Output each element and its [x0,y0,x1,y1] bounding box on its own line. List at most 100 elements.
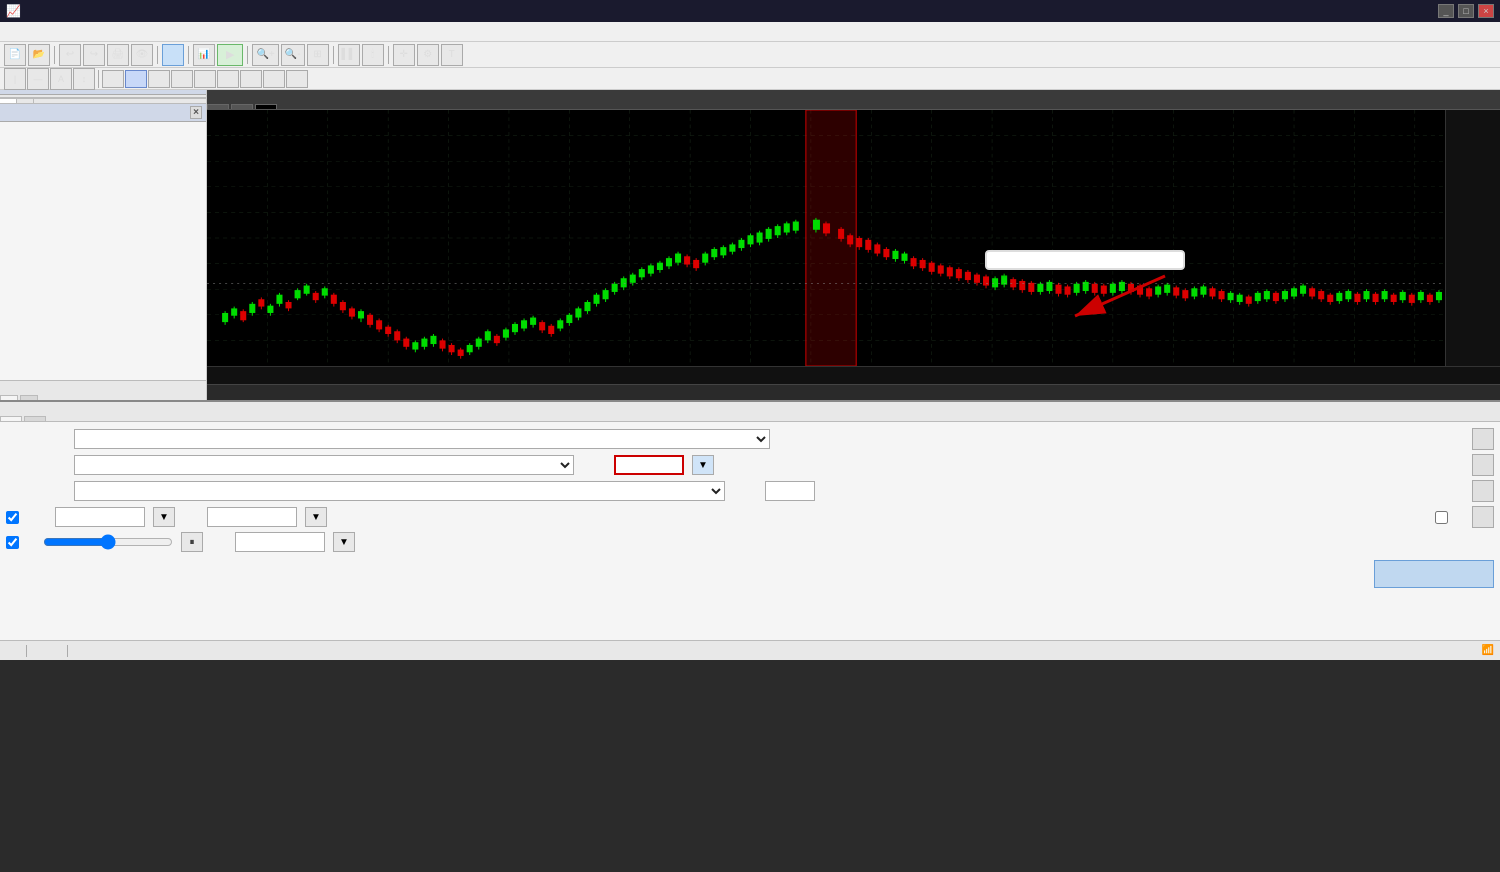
status-bar: 📶 [0,640,1500,660]
modify-expert-button[interactable] [1472,506,1494,528]
mw-col-ask [148,95,206,97]
model-select[interactable] [74,481,725,501]
print-button[interactable]: 🖨 [107,44,129,66]
chart-area [207,90,1500,400]
indicators-button[interactable]: ⚙ [417,44,439,66]
expert-properties-button[interactable] [1472,428,1494,450]
tf-m5[interactable] [125,70,147,88]
undo-button[interactable]: ↩ [59,44,81,66]
chart-tab-gbpusd-m5[interactable] [255,104,277,109]
mw-col-bid [90,95,148,97]
skip-to-input[interactable] [235,532,325,552]
tf-mn[interactable] [286,70,308,88]
tab-tick-chart[interactable] [17,99,34,103]
navigator-close-button[interactable]: × [190,106,202,119]
mw-col-symbol [0,95,90,97]
app-icon: 📈 [6,4,21,18]
tf-d1[interactable] [240,70,262,88]
from-input[interactable] [55,507,145,527]
autotrading-button[interactable]: ▶ [217,44,243,66]
window-controls[interactable]: _ □ × [1438,4,1494,18]
candle-button[interactable]: 🕯 [362,44,384,66]
chart-scrollbar[interactable] [207,384,1500,400]
tab-symbols[interactable] [0,99,17,103]
new-order-button[interactable] [162,44,184,66]
open-button[interactable]: 📂 [28,44,50,66]
close-button[interactable]: × [1478,4,1494,18]
chart-tab-eurusd-m2[interactable] [231,104,253,109]
common-favorites-tabs [0,380,206,400]
start-row [6,560,1494,588]
date-row: ▼ ▼ [6,506,1494,528]
zoom-out-button[interactable]: 🔍- [281,44,305,66]
redo-button[interactable]: ↪ [83,44,105,66]
red-arrow [1025,266,1185,326]
new-chart-button[interactable]: 📄 [4,44,26,66]
spread-input[interactable] [765,481,815,501]
app-title: 📈 [6,4,25,18]
strategy-tester-panel: ▼ ▼ ▼ [0,400,1500,640]
symbol-row: ▼ [6,454,1494,476]
crosshair-button[interactable]: ✛ [393,44,415,66]
chart-tab-eurusd-m1[interactable] [207,104,229,109]
separator5 [333,46,334,64]
symbol-select[interactable] [74,455,574,475]
separator3 [188,46,189,64]
tf-sep1 [98,70,99,88]
visual-mode-checkbox[interactable] [6,536,19,549]
tab-favorites[interactable] [20,395,38,400]
optimization-checkbox[interactable] [1435,511,1448,524]
template-button[interactable]: T [441,44,463,66]
title-bar: 📈 _ □ × [0,0,1500,22]
cursor-tool[interactable]: ↕ [73,68,95,90]
main-toolbar: 📄 📂 ↩ ↪ 🖨 👁 📊 ▶ 🔍+ 🔍- ⊞ ▌▌ 🕯 ✛ ⚙ T [0,42,1500,68]
separator1 [54,46,55,64]
to-calendar-button[interactable]: ▼ [305,507,327,527]
skip-to-calendar-button[interactable]: ▼ [333,532,355,552]
strategy-tester-tabs [0,402,1500,422]
line-tool[interactable]: | [4,68,26,90]
timeframe-toolbar: | — A ↕ [0,68,1500,90]
nav-tree [0,122,206,126]
tab-common[interactable] [0,395,18,400]
left-panel: × [0,90,207,400]
tab-settings[interactable] [0,416,22,421]
navigator-header: × [0,104,206,122]
tf-m30[interactable] [171,70,193,88]
navigator: × [0,104,206,380]
hline-tool[interactable]: — [27,68,49,90]
bar-chart-button[interactable]: ▌▌ [338,44,360,66]
pause-button[interactable]: ⏸ [181,532,203,552]
chart-line-button[interactable]: 📊 [193,44,215,66]
tf-m15[interactable] [148,70,170,88]
print-preview-button[interactable]: 👁 [131,44,153,66]
speed-slider[interactable] [43,534,173,550]
tf-h4[interactable] [217,70,239,88]
ea-select[interactable] [74,429,770,449]
separator4 [247,46,248,64]
maximize-button[interactable]: □ [1458,4,1474,18]
tf-w1[interactable] [263,70,285,88]
visual-row: ⏸ ▼ [6,532,1494,552]
zoom-in-button[interactable]: 🔍+ [252,44,278,66]
from-calendar-button[interactable]: ▼ [153,507,175,527]
period-input[interactable] [614,455,684,475]
use-date-checkbox[interactable] [6,511,19,524]
period-dropdown-button[interactable]: ▼ [692,455,714,475]
model-row [6,480,1494,502]
to-input[interactable] [207,507,297,527]
tf-m1[interactable] [102,70,124,88]
minimize-button[interactable]: _ [1438,4,1454,18]
start-button[interactable] [1374,560,1494,588]
price-scale [1445,110,1500,366]
symbol-properties-button[interactable] [1472,454,1494,476]
separator2 [157,46,158,64]
menu-bar [0,22,1500,42]
signal-icon: 📶 [1482,645,1494,656]
tf-h1[interactable] [194,70,216,88]
open-chart-button[interactable] [1472,480,1494,502]
tab-journal[interactable] [24,416,46,421]
fullscreen-button[interactable]: ⊞ [307,44,329,66]
status-sep2 [67,645,68,657]
text-tool[interactable]: A [50,68,72,90]
